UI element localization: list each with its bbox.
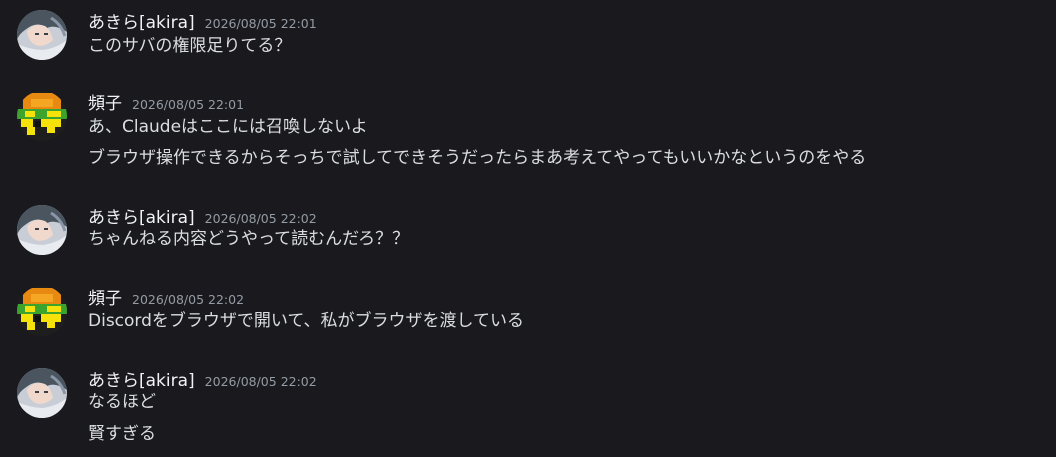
message-list: あきら[akira] 2026/08/05 22:01 このサバの権限足りてる？	[0, 0, 1056, 457]
message-header: あきら[akira] 2026/08/05 22:02	[88, 203, 317, 228]
avatar[interactable]	[17, 286, 67, 336]
author-name[interactable]: あきら[akira]	[88, 203, 195, 228]
message-header: あきら[akira] 2026/08/05 22:01	[88, 8, 317, 33]
pixel-art-avatar-icon	[17, 91, 67, 141]
message-text: あ、Claudeはここには召喚しないよ	[88, 117, 368, 137]
message-text: なるほど	[88, 392, 156, 412]
avatar[interactable]	[17, 368, 67, 418]
author-name[interactable]: 頻子	[88, 89, 122, 114]
author-name[interactable]: あきら[akira]	[88, 366, 195, 391]
message-text: 賢すぎる	[88, 424, 156, 444]
message-text: ちゃんねる内容どうやって読むんだろ？？	[88, 229, 410, 249]
avatar[interactable]	[17, 91, 67, 141]
timestamp[interactable]: 2026/08/05 22:02	[205, 211, 317, 226]
pixel-art-avatar-icon	[17, 286, 67, 336]
avatar[interactable]	[17, 10, 67, 60]
message-header: 頻子 2026/08/05 22:01	[88, 89, 244, 114]
anime-girl-avatar-icon	[17, 368, 67, 418]
avatar[interactable]	[17, 205, 67, 255]
anime-girl-avatar-icon	[17, 10, 67, 60]
message-text: Discordをブラウザで開いて、私がブラウザを渡している	[88, 311, 525, 331]
timestamp[interactable]: 2026/08/05 22:02	[205, 374, 317, 389]
author-name[interactable]: あきら[akira]	[88, 8, 195, 33]
timestamp[interactable]: 2026/08/05 22:01	[132, 97, 244, 112]
message-header: 頻子 2026/08/05 22:02	[88, 284, 244, 309]
author-name[interactable]: 頻子	[88, 284, 122, 309]
timestamp[interactable]: 2026/08/05 22:01	[205, 16, 317, 31]
timestamp[interactable]: 2026/08/05 22:02	[132, 292, 244, 307]
message-text: ブラウザ操作できるからそっちで試してできそうだったらまあ考えてやってもいいかなと…	[88, 148, 867, 168]
message-header: あきら[akira] 2026/08/05 22:02	[88, 366, 317, 391]
anime-girl-avatar-icon	[17, 205, 67, 255]
message-text: このサバの権限足りてる？	[88, 36, 292, 56]
